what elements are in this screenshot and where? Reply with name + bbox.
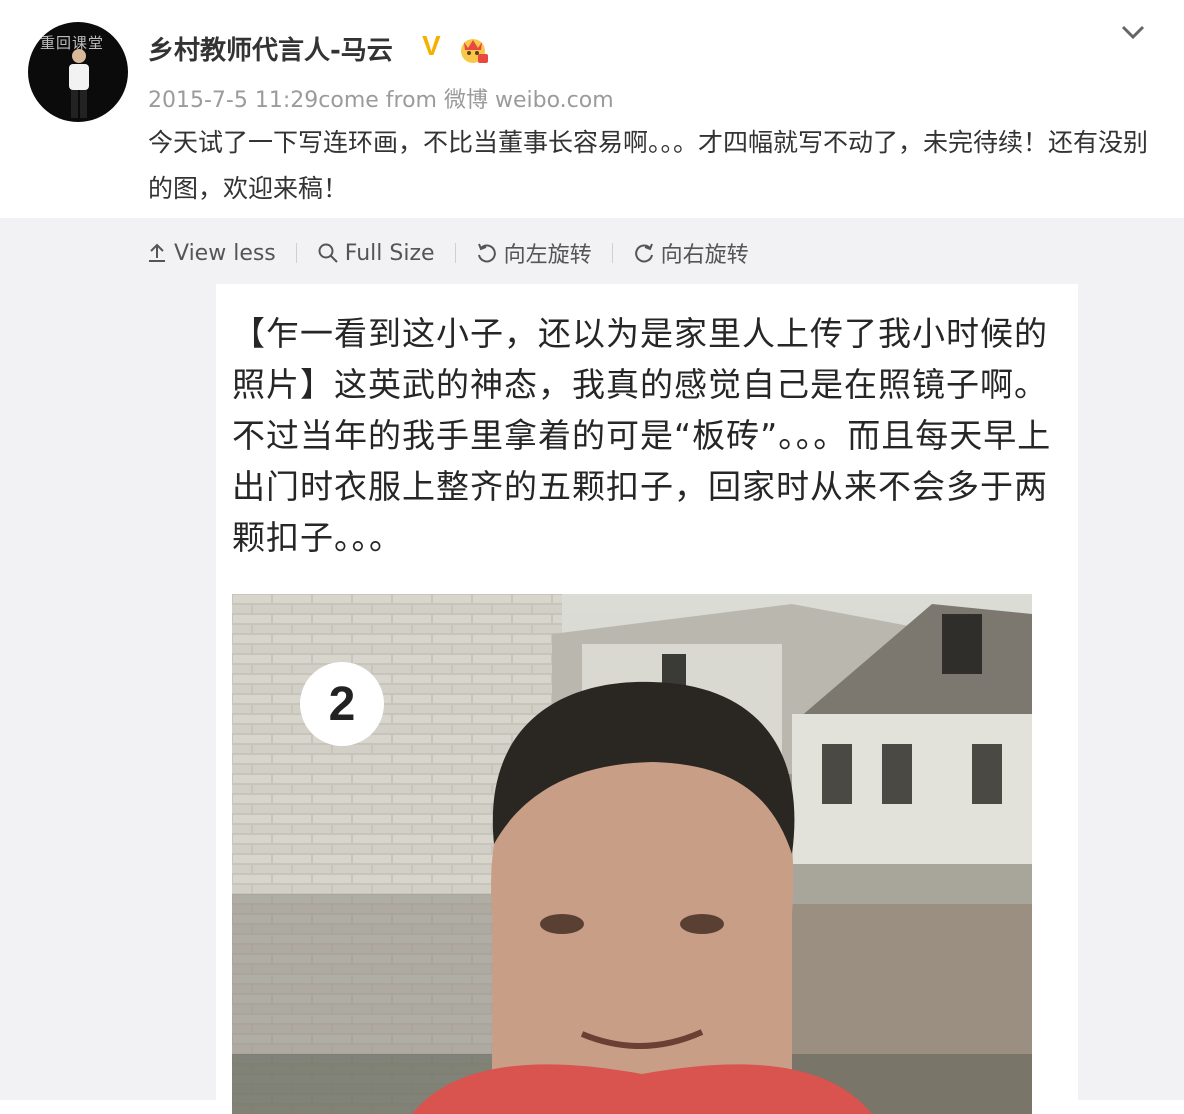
source-link[interactable]: 微博 weibo.com	[444, 88, 614, 113]
media-panel: View less Full Size 向左旋转 向右旋转 【乍一看到这小子，还…	[0, 218, 1184, 1114]
avatar-person-icon	[69, 49, 89, 118]
upload-arrow-icon	[149, 243, 165, 262]
rotate-right-icon	[634, 243, 653, 263]
photo: 2	[232, 594, 1032, 1114]
rotate-left-button[interactable]: 向左旋转	[476, 237, 592, 269]
full-size-label: Full Size	[344, 240, 435, 266]
toolbar-divider	[611, 243, 613, 263]
avatar[interactable]: 重回课堂	[28, 22, 128, 122]
post-text: 今天试了一下写连环画，不比当董事长容易啊。。。才四幅就写不动了，未完待续！还有没…	[148, 128, 1149, 203]
post-meta: 2015-7-5 11:29come from 微博 weibo.com	[148, 82, 614, 114]
view-less-button[interactable]: View less	[146, 241, 276, 266]
source-prefix: come from	[318, 88, 437, 113]
chevron-down-icon[interactable]	[1118, 20, 1148, 44]
verified-badge[interactable]: V	[422, 30, 441, 62]
toolbar-divider	[454, 243, 456, 263]
timestamp[interactable]: 2015-7-5 11:29	[148, 88, 318, 113]
member-crown-icon[interactable]	[456, 34, 490, 64]
full-size-button[interactable]: Full Size	[317, 241, 435, 266]
image-toolbar: View less Full Size 向左旋转 向右旋转	[146, 238, 749, 268]
rotate-left-label: 向左旋转	[503, 243, 592, 268]
rotate-right-label: 向右旋转	[660, 243, 749, 268]
image-number-badge: 2	[300, 662, 384, 746]
toolbar-divider	[295, 243, 297, 263]
image-caption: 【乍一看到这小子，还以为是家里人上传了我小时候的照片】这英武的神态，我真的感觉自…	[232, 314, 1052, 557]
post-image[interactable]: 【乍一看到这小子，还以为是家里人上传了我小时候的照片】这英武的神态，我真的感觉自…	[216, 284, 1078, 1114]
view-less-label: View less	[174, 240, 276, 266]
post-header: 重回课堂 乡村教师代言人-马云 V 2015-7-5 11:29come fro…	[0, 0, 1184, 218]
rotate-left-icon	[477, 243, 496, 263]
rotate-right-button[interactable]: 向右旋转	[633, 237, 749, 269]
search-icon	[318, 243, 338, 263]
username[interactable]: 乡村教师代言人-马云	[148, 30, 393, 67]
